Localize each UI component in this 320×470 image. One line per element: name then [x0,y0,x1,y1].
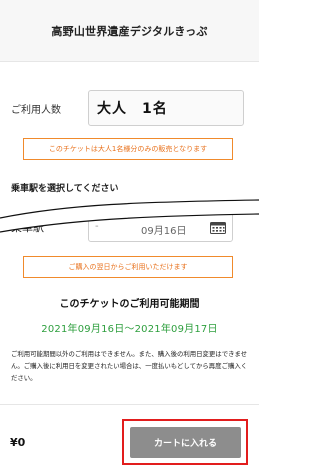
app-header: 高野山世界遺産デジタルきっぷ [0,0,259,62]
station-label: 乗車駅 [11,221,44,234]
from-purchase-notice: ご購入の翌日からご利用いただけます [23,256,233,278]
users-count-value: 大人 1名 [97,101,168,117]
station-section-title: 乗車駅を選択してください [11,184,119,194]
add-to-cart-button[interactable]: カートに入れる [130,427,241,458]
validity-period-range: 2021年09月16日～2021年09月17日 [41,324,218,335]
page-title: 高野山世界遺産デジタルきっぷ [51,24,208,38]
validity-period-title: このチケットのご利用可能期間 [59,299,200,310]
station-field-text: - [95,221,99,232]
adult-only-notice: このチケットは大人1名様分のみの販売となります [23,138,233,160]
users-count-field[interactable]: 大人 1名 [88,90,244,126]
date-value: 09月16日 [141,226,187,237]
station-date-field[interactable]: - 09月16日 [88,210,233,242]
users-label: ご利用人数 [11,104,61,116]
calendar-icon[interactable] [210,222,226,234]
users-row: ご利用人数 大人 1名 [11,90,247,126]
total-price: ¥0 [10,436,26,449]
usage-disclaimer: ご利用可能期間以外のご利用はできません。また、購入後の利用日変更はできません。ご… [11,350,248,382]
